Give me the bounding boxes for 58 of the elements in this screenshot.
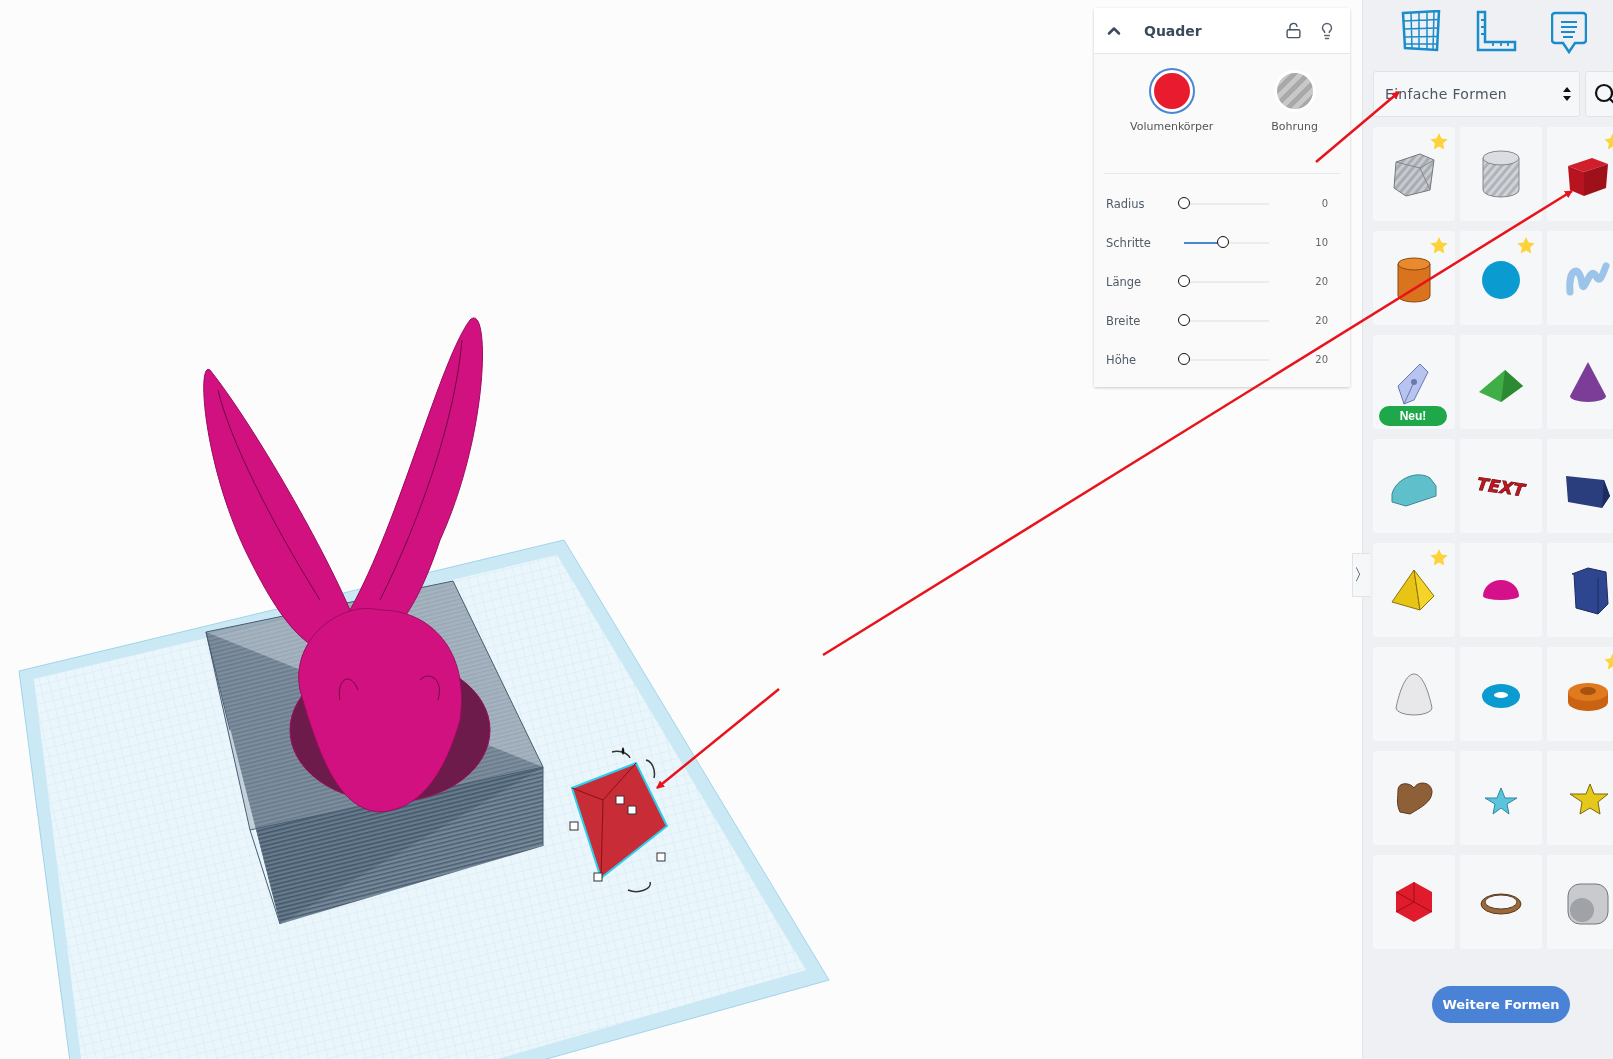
shape-tile[interactable] (1460, 647, 1542, 741)
slider-label: Schritte (1106, 235, 1152, 250)
slider-label: Radius (1106, 196, 1146, 211)
star-icon (1429, 132, 1449, 152)
slider-thumb[interactable] (1178, 314, 1190, 326)
sort-arrows-icon (1563, 86, 1571, 102)
slider-value: 20 (1314, 276, 1329, 287)
shape-tile[interactable] (1547, 751, 1613, 845)
star-icon (1429, 236, 1449, 256)
shape-tile[interactable] (1547, 855, 1613, 949)
shape-tile[interactable] (1373, 231, 1455, 325)
search-icon (1593, 82, 1613, 106)
shape-tile[interactable] (1460, 335, 1542, 429)
slider-value: 20 (1314, 354, 1329, 365)
solid-material-button[interactable]: Volumenkörper (1130, 70, 1214, 173)
shape-tile[interactable] (1460, 855, 1542, 949)
slider-value: 10 (1314, 237, 1329, 248)
slider-thumb[interactable] (1178, 197, 1190, 209)
shape-tile[interactable] (1373, 751, 1455, 845)
slider-label: Höhe (1106, 352, 1138, 367)
shape-tile[interactable] (1373, 647, 1455, 741)
ruler-icon[interactable] (1475, 10, 1517, 52)
shape-tile[interactable] (1373, 127, 1455, 221)
shape-tile[interactable] (1373, 439, 1455, 533)
shape-title: Quader (1144, 22, 1203, 39)
slider-label: Länge (1106, 274, 1143, 289)
shape-tile[interactable] (1547, 127, 1613, 221)
shape-tile[interactable] (1460, 127, 1542, 221)
color-swatch-icon (1150, 70, 1193, 112)
shape-tile[interactable] (1460, 543, 1542, 637)
slider-thumb[interactable] (1178, 275, 1190, 287)
dome-icon (1482, 579, 1520, 601)
unlocked-lock-icon[interactable] (1285, 22, 1302, 39)
text-shape-icon: TEXT (1468, 466, 1534, 506)
shape-tile[interactable] (1547, 647, 1613, 741)
shape-tile[interactable] (1373, 543, 1455, 637)
star-icon (1516, 236, 1536, 256)
slider-thumb[interactable] (1178, 353, 1190, 365)
striped-swatch-icon (1273, 70, 1316, 112)
panel-toggle-button[interactable]: 〉 (1352, 553, 1370, 597)
shape-tile[interactable] (1547, 335, 1613, 429)
shape-tile[interactable] (1460, 751, 1542, 845)
notes-icon[interactable] (1551, 10, 1587, 54)
shape-tile[interactable] (1460, 231, 1542, 325)
slider-thumb[interactable] (1217, 236, 1230, 248)
shape-tile[interactable] (1547, 543, 1613, 637)
more-shapes-button[interactable]: Weitere Formen (1432, 986, 1570, 1023)
star-icon (1429, 548, 1449, 568)
shape-tile[interactable] (1547, 231, 1613, 325)
slider-label: Breite (1106, 313, 1142, 328)
slider-value: 0 (1320, 198, 1329, 209)
shape-tile[interactable] (1373, 855, 1455, 949)
grid-icon[interactable] (1401, 10, 1441, 52)
new-badge: Neu! (1379, 406, 1447, 426)
slider-value: 20 (1314, 315, 1329, 326)
hole-material-button[interactable]: Bohrung (1271, 70, 1318, 173)
shape-tile[interactable]: TEXT (1460, 439, 1542, 533)
shape-tile[interactable] (1547, 439, 1613, 533)
